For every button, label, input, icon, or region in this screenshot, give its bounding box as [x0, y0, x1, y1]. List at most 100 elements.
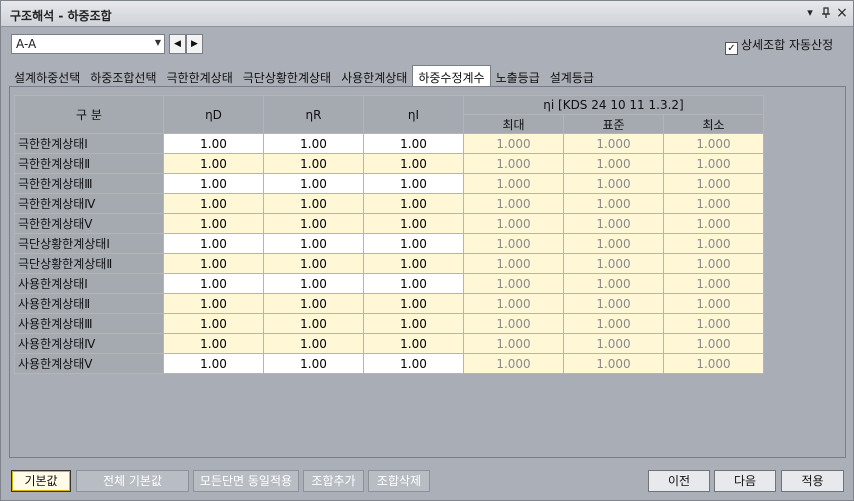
eta-i-cell[interactable]: 1.00	[363, 213, 464, 234]
apply-all-sections-button[interactable]: 모든단면 동일적용	[193, 470, 299, 492]
eta-min-cell: 1.000	[663, 213, 764, 234]
eta-r-cell[interactable]: 1.00	[263, 153, 364, 174]
table-row: 사용한계상태Ⅲ 1.00 1.00 1.00 1.000 1.000 1.000	[14, 313, 764, 334]
eta-i-cell[interactable]: 1.00	[363, 353, 464, 374]
eta-d-cell[interactable]: 1.00	[163, 353, 264, 374]
row-label: 극한한계상태Ⅲ	[14, 173, 164, 194]
table-row: 사용한계상태Ⅴ 1.00 1.00 1.00 1.000 1.000 1.000	[14, 353, 764, 374]
row-label: 극단상황한계상태Ⅰ	[14, 233, 164, 254]
eta-d-cell[interactable]: 1.00	[163, 333, 264, 354]
row-label: 사용한계상태Ⅰ	[14, 273, 164, 294]
eta-max-cell: 1.000	[463, 233, 564, 254]
apply-button[interactable]: 적용	[781, 470, 844, 492]
eta-i-cell[interactable]: 1.00	[363, 133, 464, 154]
eta-d-cell[interactable]: 1.00	[163, 173, 264, 194]
tab-design-load[interactable]: 설계하중선택	[9, 67, 85, 87]
eta-i-cell[interactable]: 1.00	[363, 193, 464, 214]
eta-d-cell[interactable]: 1.00	[163, 313, 264, 334]
tab-load-modifier[interactable]: 하중수정계수	[412, 65, 491, 86]
eta-d-cell[interactable]: 1.00	[163, 233, 264, 254]
eta-min-cell: 1.000	[663, 193, 764, 214]
eta-r-cell[interactable]: 1.00	[263, 353, 364, 374]
eta-d-cell[interactable]: 1.00	[163, 213, 264, 234]
default-button[interactable]: 기본값	[11, 470, 71, 492]
eta-r-cell[interactable]: 1.00	[263, 333, 364, 354]
eta-r-cell[interactable]: 1.00	[263, 293, 364, 314]
tab-ultimate-limit[interactable]: 극한한계상태	[162, 67, 238, 87]
eta-r-cell[interactable]: 1.00	[263, 273, 364, 294]
row-label: 극한한계상태Ⅳ	[14, 193, 164, 214]
eta-r-cell[interactable]: 1.00	[263, 173, 364, 194]
eta-d-cell[interactable]: 1.00	[163, 293, 264, 314]
eta-d-cell[interactable]: 1.00	[163, 273, 264, 294]
tab-service-limit[interactable]: 사용한계상태	[336, 67, 412, 87]
eta-i-cell[interactable]: 1.00	[363, 293, 464, 314]
add-combo-button[interactable]: 조합추가	[303, 470, 364, 492]
eta-std-cell: 1.000	[563, 253, 664, 274]
eta-std-cell: 1.000	[563, 273, 664, 294]
close-icon[interactable]: ×	[835, 5, 849, 21]
eta-d-cell[interactable]: 1.00	[163, 153, 264, 174]
eta-i-cell[interactable]: 1.00	[363, 233, 464, 254]
eta-d-cell[interactable]: 1.00	[163, 193, 264, 214]
eta-i-cell[interactable]: 1.00	[363, 313, 464, 334]
header-category: 구 분	[14, 95, 164, 134]
load-modifier-table: 구 분 ηD ηR ηI ηi [KDS 24 10 11 1.3.2] 최대 …	[14, 95, 764, 374]
table-row: 극단상황한계상태Ⅱ 1.00 1.00 1.00 1.000 1.000 1.000	[14, 253, 764, 274]
eta-i-cell[interactable]: 1.00	[363, 173, 464, 194]
next-section-button[interactable]: ▶	[186, 34, 203, 54]
eta-r-cell[interactable]: 1.00	[263, 313, 364, 334]
checkmark-icon[interactable]: ✓	[725, 42, 738, 55]
table-row: 극한한계상태Ⅱ 1.00 1.00 1.00 1.000 1.000 1.000	[14, 153, 764, 174]
eta-i-cell[interactable]: 1.00	[363, 333, 464, 354]
table-row: 사용한계상태Ⅳ 1.00 1.00 1.00 1.000 1.000 1.000	[14, 333, 764, 354]
table-row: 극한한계상태Ⅴ 1.00 1.00 1.00 1.000 1.000 1.000	[14, 213, 764, 234]
eta-r-cell[interactable]: 1.00	[263, 233, 364, 254]
table-row: 극한한계상태Ⅲ 1.00 1.00 1.00 1.000 1.000 1.000	[14, 173, 764, 194]
delete-combo-button[interactable]: 조합삭제	[368, 470, 430, 492]
row-label: 사용한계상태Ⅴ	[14, 353, 164, 374]
eta-max-cell: 1.000	[463, 173, 564, 194]
tab-panel: 구 분 ηD ηR ηI ηi [KDS 24 10 11 1.3.2] 최대 …	[9, 86, 846, 458]
header-min: 최소	[663, 114, 764, 134]
dropdown-icon[interactable]: ▾	[803, 5, 817, 21]
eta-min-cell: 1.000	[663, 313, 764, 334]
table-body: 극한한계상태Ⅰ 1.00 1.00 1.00 1.000 1.000 1.000 극한한계상태…	[14, 133, 764, 374]
eta-max-cell: 1.000	[463, 213, 564, 234]
tab-bar: 설계하중선택 하중조합선택 극한한계상태 극단상황한계상태 사용한계상태 하중수정계수 노출…	[9, 65, 599, 87]
eta-std-cell: 1.000	[563, 213, 664, 234]
tab-load-combination[interactable]: 하중조합선택	[85, 67, 161, 87]
row-label: 사용한계상태Ⅱ	[14, 293, 164, 314]
eta-d-cell[interactable]: 1.00	[163, 133, 264, 154]
eta-r-cell[interactable]: 1.00	[263, 193, 364, 214]
eta-std-cell: 1.000	[563, 293, 664, 314]
eta-max-cell: 1.000	[463, 193, 564, 214]
tab-extreme-limit[interactable]: 극단상황한계상태	[238, 67, 336, 87]
eta-d-cell[interactable]: 1.00	[163, 253, 264, 274]
eta-i-cell[interactable]: 1.00	[363, 253, 464, 274]
eta-i-cell[interactable]: 1.00	[363, 153, 464, 174]
auto-calc-checkbox[interactable]: ✓ 상세조합 자동산정	[725, 36, 833, 55]
eta-r-cell[interactable]: 1.00	[263, 133, 364, 154]
eta-std-cell: 1.000	[563, 153, 664, 174]
prev-button[interactable]: 이전	[648, 470, 710, 492]
eta-r-cell[interactable]: 1.00	[263, 253, 364, 274]
header-std: 표준	[563, 114, 664, 134]
eta-max-cell: 1.000	[463, 333, 564, 354]
header-eta-i: ηI	[363, 95, 464, 134]
tab-exposure-class[interactable]: 노출등급	[491, 67, 545, 87]
eta-std-cell: 1.000	[563, 313, 664, 334]
pin-icon[interactable]	[819, 5, 833, 21]
load-combination-window: 구조해석 - 하중조합 ▾ × A-A ▼ ◀ ▶ ✓ 상세조합 자동산정 설계하…	[0, 0, 854, 501]
eta-min-cell: 1.000	[663, 173, 764, 194]
prev-section-button[interactable]: ◀	[169, 34, 186, 54]
next-button[interactable]: 다음	[714, 470, 776, 492]
eta-min-cell: 1.000	[663, 253, 764, 274]
section-select[interactable]: A-A ▼	[11, 34, 165, 54]
header-max: 최대	[463, 114, 564, 134]
all-default-button[interactable]: 전체 기본값	[76, 470, 189, 492]
eta-i-cell[interactable]: 1.00	[363, 273, 464, 294]
table-row: 극단상황한계상태Ⅰ 1.00 1.00 1.00 1.000 1.000 1.000	[14, 233, 764, 254]
eta-r-cell[interactable]: 1.00	[263, 213, 364, 234]
tab-design-class[interactable]: 설계등급	[545, 67, 599, 87]
